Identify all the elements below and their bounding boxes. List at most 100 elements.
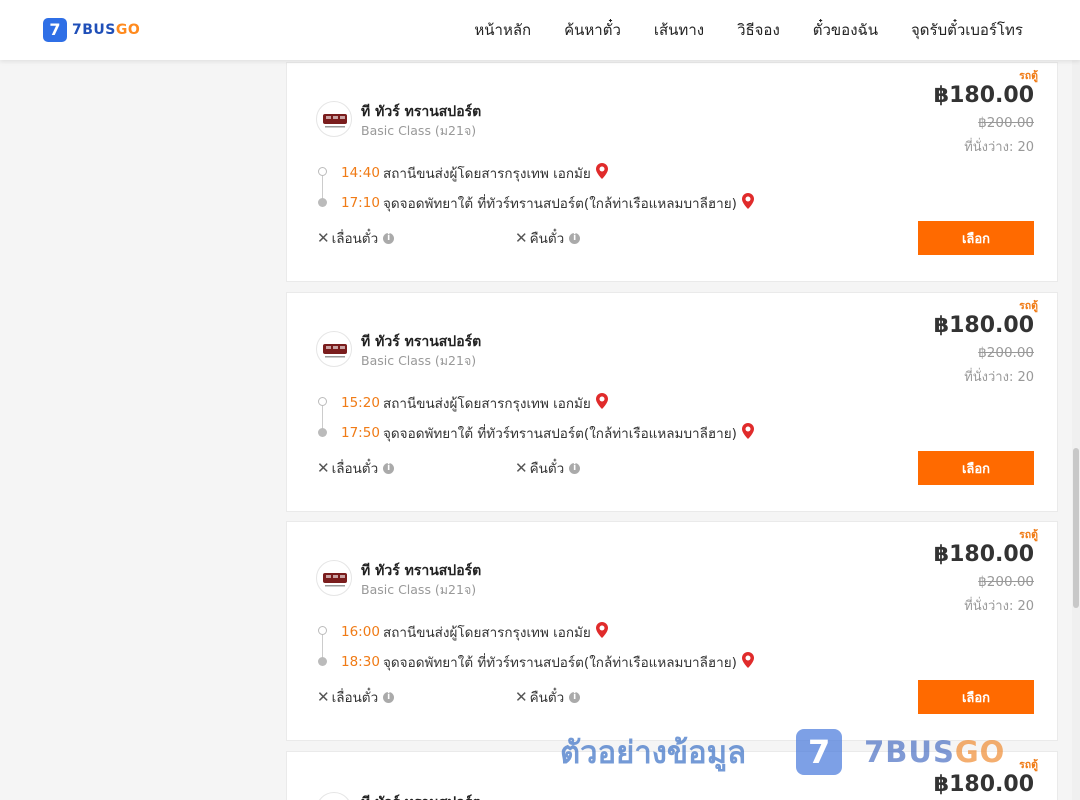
ticket-price: ฿180.00 xyxy=(933,83,1034,108)
operator-logo xyxy=(316,331,352,367)
refund-ticket-label: คืนตั๋ว xyxy=(529,461,565,477)
trip-card: รถตู้ ที ทัวร์ ทรานสปอร์ต Basic Class (ม… xyxy=(286,292,1058,512)
map-pin-icon[interactable] xyxy=(595,622,608,642)
select-trip-button[interactable]: เลือก xyxy=(918,221,1034,255)
departure-row: 14:40 สถานีขนส่งผู้โดยสารกรุงเทพ เอกมัย xyxy=(341,162,608,184)
refund-ticket-policy: ✕ คืนตั๋ว i xyxy=(515,227,581,249)
bus-class: Basic Class (ม21จ) xyxy=(361,353,477,368)
original-price: ฿200.00 xyxy=(978,115,1034,131)
map-pin-icon[interactable] xyxy=(741,193,754,213)
arrival-dot xyxy=(318,198,327,207)
bus-class: Basic Class (ม21จ) xyxy=(361,123,477,138)
arrival-stop: จุดจอดพัทยาใต้ ที่ทัวร์ทรานสปอร์ต(ใกล้ท่… xyxy=(383,196,737,212)
logo-mark: 7 xyxy=(43,18,67,42)
timeline-line xyxy=(322,173,323,201)
page-scrollbar[interactable] xyxy=(1072,60,1080,800)
departure-time: 16:00 xyxy=(341,624,380,640)
nav-home[interactable]: หน้าหลัก xyxy=(474,18,531,42)
map-pin-icon[interactable] xyxy=(741,423,754,443)
arrival-row: 17:10 จุดจอดพัทยาใต้ ที่ทัวร์ทรานสปอร์ต(… xyxy=(341,192,754,214)
departure-time: 15:20 xyxy=(341,395,380,411)
map-pin-icon[interactable] xyxy=(741,652,754,672)
operator-logo xyxy=(316,560,352,596)
arrival-dot xyxy=(318,428,327,437)
nav-search-tickets[interactable]: ค้นหาตั๋ว xyxy=(564,18,621,42)
seats-available: ที่นั่งว่าง: 20 xyxy=(964,140,1034,155)
change-ticket-label: เลื่อนตั๋ว xyxy=(331,231,379,247)
refund-ticket-label: คืนตั๋ว xyxy=(529,231,565,247)
original-price: ฿200.00 xyxy=(978,574,1034,590)
map-pin-icon[interactable] xyxy=(595,163,608,183)
change-ticket-policy: ✕ เลื่อนตั๋ว i xyxy=(317,457,395,479)
departure-time: 14:40 xyxy=(341,165,380,181)
close-icon: ✕ xyxy=(515,459,528,477)
ticket-price: ฿180.00 xyxy=(933,542,1034,567)
top-nav-bar: 7 7BUSGO หน้าหลัก ค้นหาตั๋ว เส้นทาง วิธี… xyxy=(0,0,1080,60)
departure-dot xyxy=(318,167,327,176)
arrival-stop: จุดจอดพัทยาใต้ ที่ทัวร์ทรานสปอร์ต(ใกล้ท่… xyxy=(383,655,737,671)
timeline-line xyxy=(322,632,323,660)
scrollbar-thumb[interactable] xyxy=(1073,448,1079,608)
operator-logo xyxy=(316,101,352,137)
arrival-dot xyxy=(318,657,327,666)
info-icon[interactable]: i xyxy=(569,462,581,474)
select-trip-button[interactable]: เลือก xyxy=(918,451,1034,485)
nav-routes[interactable]: เส้นทาง xyxy=(654,18,704,42)
change-ticket-policy: ✕ เลื่อนตั๋ว i xyxy=(317,686,395,708)
operator-name: ที ทัวร์ ทรานสปอร์ต xyxy=(361,563,482,579)
close-icon: ✕ xyxy=(515,229,528,247)
vehicle-type: รถตู้ xyxy=(1019,759,1038,771)
logo-text: 7BUSGO xyxy=(72,22,141,38)
arrival-row: 18:30 จุดจอดพัทยาใต้ ที่ทัวร์ทรานสปอร์ต(… xyxy=(341,651,754,673)
arrival-time: 18:30 xyxy=(341,654,380,670)
nav-ticket-pickup[interactable]: จุดรับตั๋วเบอร์โทร xyxy=(911,18,1023,42)
site-logo[interactable]: 7 7BUSGO xyxy=(43,18,140,42)
close-icon: ✕ xyxy=(317,459,330,477)
change-ticket-policy: ✕ เลื่อนตั๋ว i xyxy=(317,227,395,249)
operator-name: ที ทัวร์ ทรานสปอร์ต xyxy=(361,334,482,350)
refund-ticket-policy: ✕ คืนตั๋ว i xyxy=(515,686,581,708)
info-icon[interactable]: i xyxy=(383,462,395,474)
departure-dot xyxy=(318,397,327,406)
change-ticket-label: เลื่อนตั๋ว xyxy=(331,461,379,477)
map-pin-icon[interactable] xyxy=(595,393,608,413)
refund-ticket-policy: ✕ คืนตั๋ว i xyxy=(515,457,581,479)
trip-card: รถตู้ ที ทัวร์ ทรานสปอร์ต Basic Class (ม… xyxy=(286,62,1058,282)
close-icon: ✕ xyxy=(317,229,330,247)
vehicle-type: รถตู้ xyxy=(1019,300,1038,312)
main-nav: หน้าหลัก ค้นหาตั๋ว เส้นทาง วิธีจอง ตั๋วข… xyxy=(441,0,1023,60)
arrival-stop: จุดจอดพัทยาใต้ ที่ทัวร์ทรานสปอร์ต(ใกล้ท่… xyxy=(383,426,737,442)
nav-my-tickets[interactable]: ตั๋วของฉัน xyxy=(813,18,878,42)
departure-stop: สถานีขนส่งผู้โดยสารกรุงเทพ เอกมัย xyxy=(383,396,591,412)
arrival-time: 17:10 xyxy=(341,195,380,211)
departure-row: 16:00 สถานีขนส่งผู้โดยสารกรุงเทพ เอกมัย xyxy=(341,621,608,643)
vehicle-type: รถตู้ xyxy=(1019,70,1038,82)
close-icon: ✕ xyxy=(515,688,528,706)
operator-logo xyxy=(316,792,352,800)
close-icon: ✕ xyxy=(317,688,330,706)
vehicle-type: รถตู้ xyxy=(1019,529,1038,541)
arrival-time: 17:50 xyxy=(341,425,380,441)
trip-card: รถตู้ ที ทัวร์ ทรานสปอร์ต ฿180.00 xyxy=(286,751,1058,800)
departure-row: 15:20 สถานีขนส่งผู้โดยสารกรุงเทพ เอกมัย xyxy=(341,392,608,414)
ticket-price: ฿180.00 xyxy=(933,772,1034,797)
departure-dot xyxy=(318,626,327,635)
ticket-price: ฿180.00 xyxy=(933,313,1034,338)
seats-available: ที่นั่งว่าง: 20 xyxy=(964,599,1034,614)
info-icon[interactable]: i xyxy=(569,691,581,703)
trip-card: รถตู้ ที ทัวร์ ทรานสปอร์ต Basic Class (ม… xyxy=(286,521,1058,741)
operator-name: ที ทัวร์ ทรานสปอร์ต xyxy=(361,104,482,120)
select-trip-button[interactable]: เลือก xyxy=(918,680,1034,714)
arrival-row: 17:50 จุดจอดพัทยาใต้ ที่ทัวร์ทรานสปอร์ต(… xyxy=(341,422,754,444)
departure-stop: สถานีขนส่งผู้โดยสารกรุงเทพ เอกมัย xyxy=(383,166,591,182)
original-price: ฿200.00 xyxy=(978,345,1034,361)
timeline-line xyxy=(322,403,323,431)
bus-class: Basic Class (ม21จ) xyxy=(361,582,477,597)
info-icon[interactable]: i xyxy=(383,232,395,244)
operator-name: ที ทัวร์ ทรานสปอร์ต xyxy=(361,792,481,800)
departure-stop: สถานีขนส่งผู้โดยสารกรุงเทพ เอกมัย xyxy=(383,625,591,641)
refund-ticket-label: คืนตั๋ว xyxy=(529,690,565,706)
info-icon[interactable]: i xyxy=(569,232,581,244)
info-icon[interactable]: i xyxy=(383,691,395,703)
nav-how-to-book[interactable]: วิธีจอง xyxy=(737,18,780,42)
